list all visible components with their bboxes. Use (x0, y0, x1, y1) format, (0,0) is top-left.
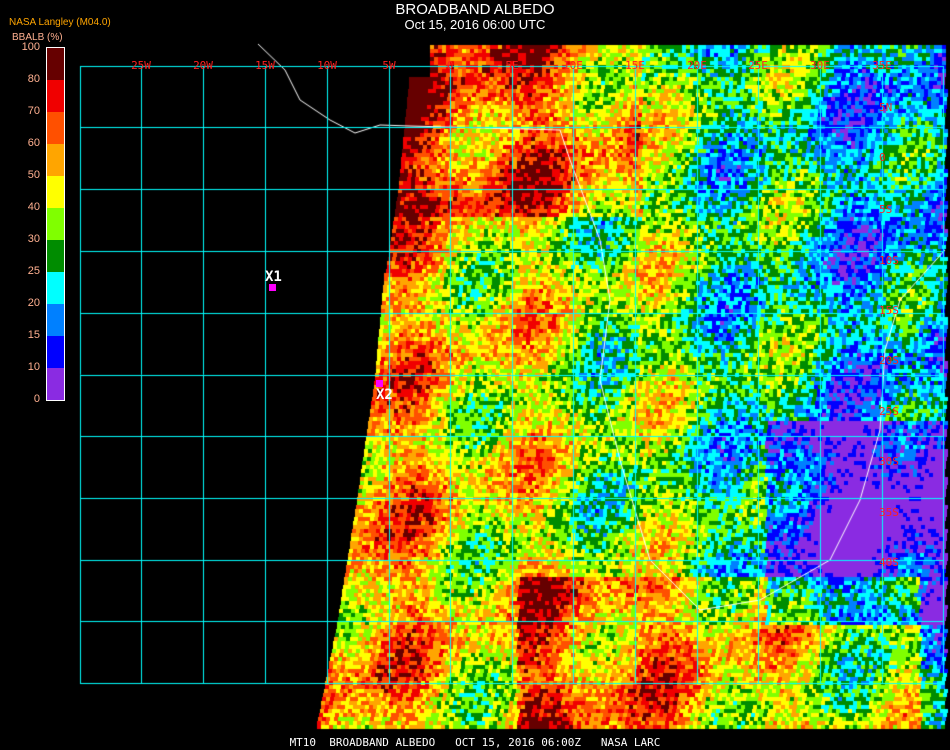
latitude-label: 25S (879, 405, 899, 418)
legend-tick: 60 (27, 137, 40, 149)
legend-swatch (47, 208, 64, 240)
latitude-label: 5N (879, 101, 893, 114)
longitude-label: 20E (687, 59, 707, 72)
longitude-label: 30E (810, 59, 830, 72)
legend-swatch (47, 144, 64, 176)
albedo-map[interactable] (0, 0, 950, 750)
legend-tick: 80 (27, 73, 40, 85)
legend-tick: 30 (27, 233, 40, 245)
legend-swatch (47, 336, 64, 368)
product-title: BROADBAND ALBEDO (395, 1, 555, 18)
legend-swatch (47, 176, 64, 208)
color-legend (46, 47, 65, 401)
legend-tick: 70 (27, 105, 40, 117)
longitude-label: 10E (563, 59, 583, 72)
source-label: NASA Langley (M04.0) (9, 17, 111, 28)
legend-tick: 50 (27, 169, 40, 181)
latitude-label: 5S (879, 203, 893, 216)
legend-swatch (47, 80, 64, 112)
longitude-label: 25E (748, 59, 768, 72)
marker-x2-label: X2 (376, 387, 393, 403)
legend-swatch (47, 368, 64, 400)
longitude-label: 5W (382, 59, 396, 72)
latitude-label: 10S (879, 254, 899, 267)
longitude-label: 25W (131, 59, 151, 72)
legend-swatch (47, 240, 64, 272)
legend-tick: 40 (27, 201, 40, 213)
longitude-label: 0 (446, 59, 454, 72)
legend-tick: 0 (33, 393, 40, 405)
longitude-label: 15W (255, 59, 275, 72)
legend-swatch (47, 304, 64, 336)
longitude-label: 20W (193, 59, 213, 72)
marker-x2-point[interactable] (376, 380, 383, 387)
legend-tick: 10 (27, 361, 40, 373)
legend-swatch (47, 272, 64, 304)
legend-swatch (47, 112, 64, 144)
longitude-label: 10W (317, 59, 337, 72)
legend-tick: 25 (27, 265, 40, 277)
marker-x1-label: X1 (265, 269, 282, 285)
legend-swatch (47, 48, 64, 80)
latitude-label: 40S (879, 556, 899, 569)
longitude-label: 15E (625, 59, 645, 72)
footer-caption: MT10 BROADBAND ALBEDO OCT 15, 2016 06:00… (289, 736, 661, 749)
legend-tick: 15 (27, 329, 40, 341)
longitude-label: 5E (505, 59, 519, 72)
latitude-label: 0 (879, 151, 886, 164)
longitude-label: 35E (872, 59, 892, 72)
latitude-label: 35S (879, 506, 899, 519)
latitude-label: 30S (879, 455, 899, 468)
latitude-label: 15S (879, 304, 899, 317)
latitude-label: 20S (879, 354, 899, 367)
legend-tick: 20 (27, 297, 40, 309)
legend-tick: 100 (21, 41, 40, 53)
datetime-label: Oct 15, 2016 06:00 UTC (404, 17, 546, 32)
marker-x1-point[interactable] (269, 284, 276, 291)
